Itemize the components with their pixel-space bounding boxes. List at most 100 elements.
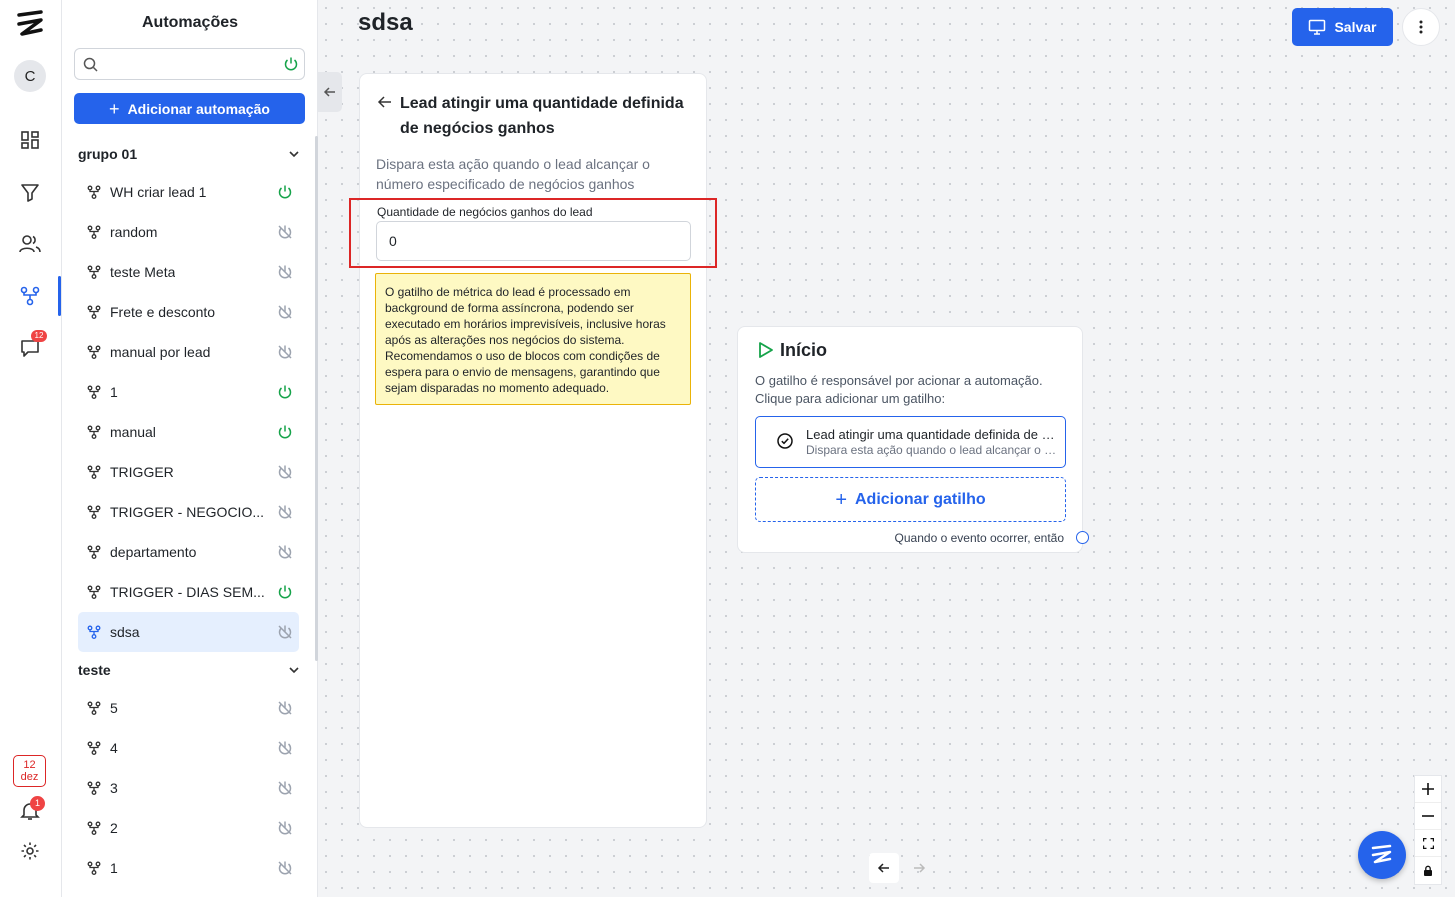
automation-label: manual bbox=[110, 424, 156, 440]
power-off-icon[interactable] bbox=[277, 224, 293, 240]
automation-label: 5 bbox=[110, 700, 118, 716]
automation-flow-icon bbox=[87, 821, 101, 835]
automation-list-item[interactable]: random bbox=[78, 212, 299, 252]
power-off-icon[interactable] bbox=[277, 264, 293, 280]
fit-view-button[interactable] bbox=[1415, 830, 1441, 857]
power-on-icon[interactable] bbox=[277, 424, 293, 440]
automation-flow-icon bbox=[87, 425, 101, 439]
automation-list-item[interactable]: TRIGGER - DIAS SEM... bbox=[78, 572, 299, 612]
node-description: O gatilho é responsável por acionar a au… bbox=[755, 373, 1043, 406]
add-automation-button[interactable]: + Adicionar automação bbox=[74, 93, 305, 124]
automations-sidebar: Automações + Adicionar automação grupo 0… bbox=[62, 0, 318, 897]
automation-flow-icon bbox=[87, 861, 101, 875]
automation-list-item[interactable]: 1 bbox=[78, 372, 299, 412]
start-node[interactable]: Início O gatilho é responsável por acion… bbox=[737, 326, 1083, 553]
more-options-button[interactable] bbox=[1402, 8, 1440, 46]
automation-list-item[interactable]: 3 bbox=[78, 768, 299, 808]
power-off-icon[interactable] bbox=[277, 504, 293, 520]
filter-icon[interactable] bbox=[18, 180, 42, 204]
zoom-controls bbox=[1414, 775, 1442, 885]
trigger-card[interactable]: Lead atingir uma quantidade definida de … bbox=[755, 416, 1066, 468]
automation-list-item[interactable]: WH criar lead 1 bbox=[78, 172, 299, 212]
power-off-icon[interactable] bbox=[277, 624, 293, 640]
date-day: 12 bbox=[23, 759, 36, 771]
settings-icon[interactable] bbox=[18, 839, 42, 863]
automation-label: 2 bbox=[110, 820, 118, 836]
arrow-right-icon bbox=[914, 863, 926, 873]
power-off-icon[interactable] bbox=[277, 700, 293, 716]
collapse-sidebar-button[interactable] bbox=[318, 72, 342, 112]
automation-list-item[interactable]: TRIGGER bbox=[78, 452, 299, 492]
redo-button[interactable] bbox=[904, 853, 934, 883]
power-off-icon[interactable] bbox=[277, 344, 293, 360]
won-deals-quantity-input[interactable] bbox=[376, 221, 691, 261]
play-icon bbox=[759, 342, 773, 358]
automation-list-item[interactable]: sdsa bbox=[78, 612, 299, 652]
undo-button[interactable] bbox=[869, 853, 899, 883]
automation-list-item[interactable]: Frete e desconto bbox=[78, 292, 299, 332]
save-label: Salvar bbox=[1334, 19, 1377, 35]
plus-icon: + bbox=[835, 488, 847, 511]
power-filter-icon[interactable] bbox=[283, 56, 299, 72]
automation-flow-icon bbox=[87, 265, 101, 279]
output-handle[interactable] bbox=[1076, 531, 1089, 544]
plus-icon bbox=[1422, 783, 1434, 795]
user-avatar[interactable]: C bbox=[14, 60, 46, 92]
power-on-icon[interactable] bbox=[277, 184, 293, 200]
power-off-icon[interactable] bbox=[277, 820, 293, 836]
automation-flow-icon bbox=[87, 585, 101, 599]
app-logo-icon[interactable] bbox=[16, 10, 46, 40]
group-header[interactable]: grupo 01 bbox=[62, 136, 318, 172]
sidebar-title: Automações bbox=[141, 14, 239, 31]
automation-list-item[interactable]: 5 bbox=[78, 688, 299, 728]
search-input[interactable] bbox=[103, 53, 283, 75]
dashboard-icon[interactable] bbox=[18, 128, 42, 152]
automation-list-item[interactable]: manual bbox=[78, 412, 299, 452]
power-off-icon[interactable] bbox=[277, 464, 293, 480]
zoom-out-button[interactable] bbox=[1415, 803, 1441, 830]
automation-list-item[interactable]: manual por lead bbox=[78, 332, 299, 372]
app-logo-icon bbox=[1371, 844, 1392, 864]
field-label: Quantidade de negócios ganhos do lead bbox=[377, 205, 593, 219]
calendar-date[interactable]: 12 dez bbox=[13, 755, 46, 787]
add-trigger-button[interactable]: + Adicionar gatilho bbox=[755, 477, 1066, 522]
more-vertical-icon bbox=[1419, 20, 1423, 34]
automation-list-item[interactable]: 1 bbox=[78, 848, 299, 888]
power-on-icon[interactable] bbox=[277, 384, 293, 400]
automation-label: WH criar lead 1 bbox=[110, 184, 207, 200]
power-off-icon[interactable] bbox=[277, 860, 293, 876]
automation-flow-icon bbox=[87, 701, 101, 715]
search-box[interactable] bbox=[74, 48, 305, 80]
back-arrow-icon[interactable] bbox=[377, 94, 393, 110]
plus-icon: + bbox=[109, 98, 120, 119]
automation-list-item[interactable]: teste Meta bbox=[78, 252, 299, 292]
node-footer: Quando o evento ocorrer, então bbox=[894, 531, 1064, 545]
power-off-icon[interactable] bbox=[277, 544, 293, 560]
power-off-icon[interactable] bbox=[277, 304, 293, 320]
automation-list-item[interactable]: 2 bbox=[78, 808, 299, 848]
automation-flow-icon bbox=[87, 781, 101, 795]
zoom-in-button[interactable] bbox=[1415, 776, 1441, 803]
warning-box: O gatilho de métrica do lead é processad… bbox=[375, 273, 691, 405]
automation-flow-icon bbox=[87, 625, 101, 639]
automation-flow-icon bbox=[87, 185, 101, 199]
automation-label: departamento bbox=[110, 544, 197, 560]
power-on-icon[interactable] bbox=[277, 584, 293, 600]
chat-widget-button[interactable] bbox=[1358, 831, 1406, 879]
power-off-icon[interactable] bbox=[277, 780, 293, 796]
lock-button[interactable] bbox=[1415, 857, 1441, 884]
trigger-title: Lead atingir uma quantidade definida de … bbox=[806, 427, 1058, 442]
node-title: Início bbox=[780, 340, 828, 360]
save-button[interactable]: Salvar bbox=[1292, 8, 1393, 46]
users-icon[interactable] bbox=[18, 232, 42, 256]
automation-label: sdsa bbox=[110, 624, 140, 640]
automation-list-item[interactable]: departamento bbox=[78, 532, 299, 572]
group-header[interactable]: teste bbox=[62, 652, 318, 688]
automation-label: 3 bbox=[110, 780, 118, 796]
power-off-icon[interactable] bbox=[277, 740, 293, 756]
automation-icon[interactable] bbox=[18, 284, 42, 308]
automation-list-item[interactable]: 4 bbox=[78, 728, 299, 768]
arrow-left-icon bbox=[877, 863, 889, 873]
automation-list-item[interactable]: TRIGGER - NEGOCIO... bbox=[78, 492, 299, 532]
fit-view-icon bbox=[1422, 837, 1434, 849]
